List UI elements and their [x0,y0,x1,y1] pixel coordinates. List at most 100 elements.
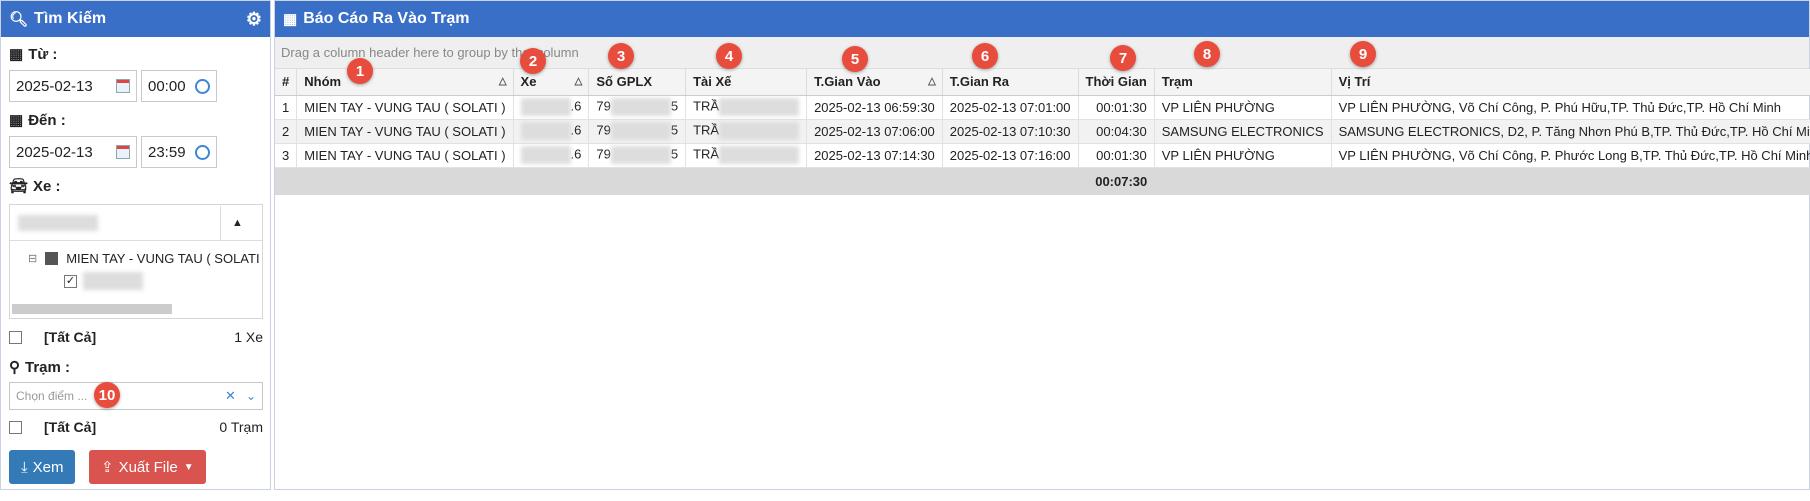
column-header-group-label: Nhóm [304,74,342,90]
vehicle-count: 1 Xe [234,329,263,345]
all-stations-row: [Tất Cả] 0 Trạm [9,419,263,435]
cell-license-end: 5 [670,146,679,162]
cell-license-text: 79 [596,98,611,114]
cell-index: 3 [275,143,298,168]
cell-group: MIEN TAY - VUNG TAU ( SOLATI ) [296,119,514,144]
table-row[interactable]: 2 MIEN TAY - VUNG TAU ( SOLATI ) .6 79 5 … [275,119,1810,144]
cell-duration: 00:04:30 [1078,119,1155,144]
cell-license: 79 5 [588,119,687,144]
all-stations-checkbox[interactable] [9,420,22,434]
sort-icon[interactable]: △ [575,76,583,87]
cell-group: MIEN TAY - VUNG TAU ( SOLATI ) [296,95,514,120]
horizontal-scrollbar[interactable] [12,304,172,314]
column-header-station[interactable]: Trạm [1154,69,1332,96]
annotation-badge-5: 5 [842,46,868,72]
blurred-vehicle-filter [18,214,98,231]
station-select[interactable]: Chọn điểm ... ✕ ⌄ [9,382,263,410]
cell-duration: 00:01:30 [1078,95,1155,120]
table-row[interactable]: 1 MIEN TAY - VUNG TAU ( SOLATI ) .6 79 5 … [275,95,1810,120]
all-vehicles-checkbox[interactable] [9,330,22,344]
station-count: 0 Trạm [219,419,263,435]
sort-icon[interactable]: △ [499,76,507,87]
cell-time-out: 2025-02-13 07:16:00 [942,143,1079,168]
blurred-vehicle [520,98,571,116]
to-label-text: Đến : [28,111,66,129]
search-panel: 🔍︎ Tìm Kiếm ⚙ ▦ Từ : 2025-02-13 00:00 ▦ … [0,0,271,490]
cell-time-in: 2025-02-13 07:14:30 [806,143,943,168]
caret-down-icon: ▼ [183,461,194,473]
tree-collapse-icon[interactable]: ⊟ [28,252,37,265]
vehicle-search-input[interactable]: ▲ [10,205,262,241]
from-label-text: Từ : [28,45,58,63]
cell-driver: TRẦ [685,119,808,144]
cell-station: VP LIÊN PHƯỜNG [1154,95,1332,120]
annotation-badge-8: 8 [1194,41,1220,67]
total-duration: 00:07:30 [1078,167,1155,195]
group-partial-checkbox[interactable] [45,252,59,265]
export-button[interactable]: ⇪ Xuất File ▼ [89,450,206,484]
blurred-driver [719,98,800,116]
column-header-time-in-label: T.Gian Vào [814,74,881,90]
column-header-vehicle-label: Xe [520,74,537,90]
cell-time-in: 2025-02-13 07:06:00 [806,119,943,144]
from-date-input[interactable]: 2025-02-13 [9,70,137,102]
export-button-label: Xuất File [118,458,178,476]
cell-license-text: 79 [596,146,611,162]
from-date-value: 2025-02-13 [16,77,93,95]
from-time-input[interactable]: 00:00 [141,70,217,102]
column-header-time-in[interactable]: T.Gian Vào △ [806,69,943,96]
cell-station: VP LIÊN PHƯỜNG [1154,143,1332,168]
gear-icon[interactable]: ⚙ [246,9,262,30]
annotation-badge-3: 3 [608,43,634,69]
column-header-index[interactable]: # [275,69,298,96]
column-header-driver[interactable]: Tài Xế [685,69,808,96]
search-icon: 🔍︎ [9,11,29,28]
car-icon: 🚘︎ [9,178,29,195]
view-button-label: Xem [32,458,64,476]
vehicle-tree: ▲ ⊟ MIEN TAY - VUNG TAU ( SOLATI [9,204,263,319]
cell-vehicle: .6 [513,95,590,120]
table-row[interactable]: 3 MIEN TAY - VUNG TAU ( SOLATI ) .6 79 5 … [275,143,1810,168]
calendar-picker-icon[interactable] [116,79,130,93]
sort-icon[interactable]: △ [928,76,936,87]
cell-license: 79 5 [588,95,687,120]
from-time-value: 00:00 [148,77,186,95]
blurred-license [610,122,671,140]
cell-vehicle: .6 [513,119,590,144]
annotation-badge-9: 9 [1350,41,1376,67]
tree-node-group[interactable]: ⊟ MIEN TAY - VUNG TAU ( SOLATI [28,251,262,266]
blurred-driver [719,122,800,140]
column-header-license[interactable]: Số GPLX [588,69,687,96]
column-header-location[interactable]: Vị Trí [1331,69,1810,96]
column-header-time-out[interactable]: T.Gian Ra [942,69,1079,96]
chevron-down-icon[interactable]: ⌄ [246,389,256,403]
calendar-icon: ▦ [9,112,24,129]
collapse-toggle-icon[interactable]: ▲ [220,205,254,240]
tree-node-vehicle[interactable] [64,272,262,290]
column-header-duration[interactable]: Thời Gian [1078,69,1155,96]
to-time-value: 23:59 [148,143,186,161]
vehicle-label-text: Xe : [33,177,61,195]
cell-vehicle-text: .6 [570,146,582,162]
clear-icon[interactable]: ✕ [225,388,236,404]
blurred-vehicle [520,146,571,164]
group-by-bar[interactable]: Drag a column header here to group by th… [275,37,1809,69]
clock-icon[interactable] [195,144,210,160]
view-button[interactable]: ⤓ Xem [9,450,76,484]
annotation-badge-4: 4 [716,43,742,69]
vehicle-checkbox[interactable] [64,274,77,288]
tree-group-label: MIEN TAY - VUNG TAU ( SOLATI [66,251,260,266]
clock-icon[interactable] [195,78,210,94]
cell-driver-text: TRẦ [693,146,720,162]
calendar-picker-icon[interactable] [116,145,130,159]
blurred-vehicle [520,122,571,140]
cell-time-out: 2025-02-13 07:10:30 [942,119,1079,144]
cell-index: 2 [275,119,298,144]
to-time-input[interactable]: 23:59 [141,136,217,168]
cell-location: SAMSUNG ELECTRONICS, D2, P. Tăng Nhơn Ph… [1331,119,1810,144]
annotation-badge-10: 10 [94,382,120,408]
to-date-input[interactable]: 2025-02-13 [9,136,137,168]
column-header-group[interactable]: Nhóm △ [296,69,514,96]
column-header-vehicle[interactable]: Xe △ [513,69,590,96]
cell-time-out: 2025-02-13 07:01:00 [942,95,1079,120]
